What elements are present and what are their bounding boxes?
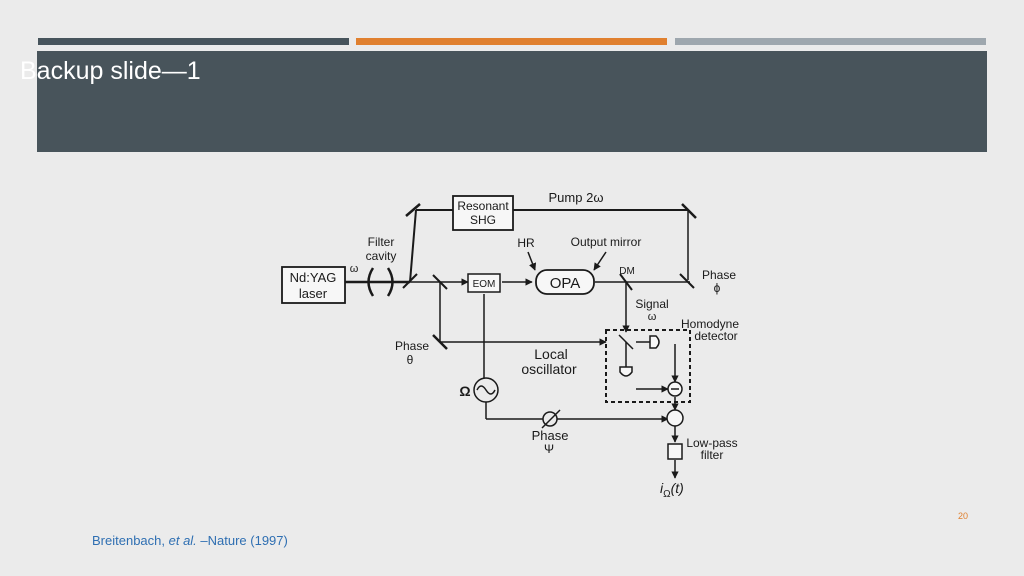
citation-source: –Nature (1997) [196, 533, 288, 548]
label-lowpass-line2: filter [701, 448, 724, 462]
label-phase-theta-line1: Phase [395, 339, 429, 353]
label-homodyne-line2: detector [694, 329, 737, 343]
page-number: 20 [958, 511, 969, 521]
citation: Breitenbach, et al. –Nature (1997) [92, 533, 288, 548]
label-dm: DM [619, 266, 635, 277]
label-shg-line1: Resonant [457, 199, 509, 213]
label-opa: OPA [550, 275, 581, 292]
header-stripe-orange [356, 38, 667, 45]
label-phase-psi-line1: Phase [532, 428, 569, 443]
label-signal-line2: ω [648, 311, 657, 323]
label-phase-phi-line2: ϕ [714, 281, 721, 295]
squeezed-light-setup-diagram: Nd:YAG laser Filter cavity ω Resonant SH… [270, 182, 760, 502]
label-shg-line2: SHG [470, 213, 496, 227]
label-big-omega: Ω [459, 383, 470, 399]
header-stripe-gray [675, 38, 986, 45]
label-hr: HR [517, 236, 535, 250]
label-lo-line2: oscillator [521, 361, 577, 377]
label-phase-theta-line2: θ [407, 353, 414, 367]
label-filter-line2: cavity [366, 249, 397, 263]
label-output-arg: (t) [671, 480, 684, 496]
label-signal-line1: Signal [635, 297, 668, 311]
citation-authors: Breitenbach, [92, 533, 169, 548]
header-stripe-dark [38, 38, 349, 45]
citation-etal: et al. [168, 533, 197, 548]
label-pump: Pump 2ω [549, 190, 604, 205]
label-omega: ω [350, 263, 359, 275]
label-phase-phi-line1: Phase [702, 268, 736, 282]
label-lo-line1: Local [534, 346, 567, 362]
label-phase-psi-line2: Ψ [544, 442, 554, 456]
label-filter-line1: Filter [368, 235, 395, 249]
label-eom: EOM [473, 279, 496, 290]
label-output-signal: iΩ(t) [660, 480, 684, 500]
slide-title: Backup slide—1 [20, 57, 201, 85]
label-laser-line1: Nd:YAG [290, 270, 337, 285]
label-laser-line2: laser [299, 286, 328, 301]
label-output-mirror: Output mirror [571, 235, 642, 249]
